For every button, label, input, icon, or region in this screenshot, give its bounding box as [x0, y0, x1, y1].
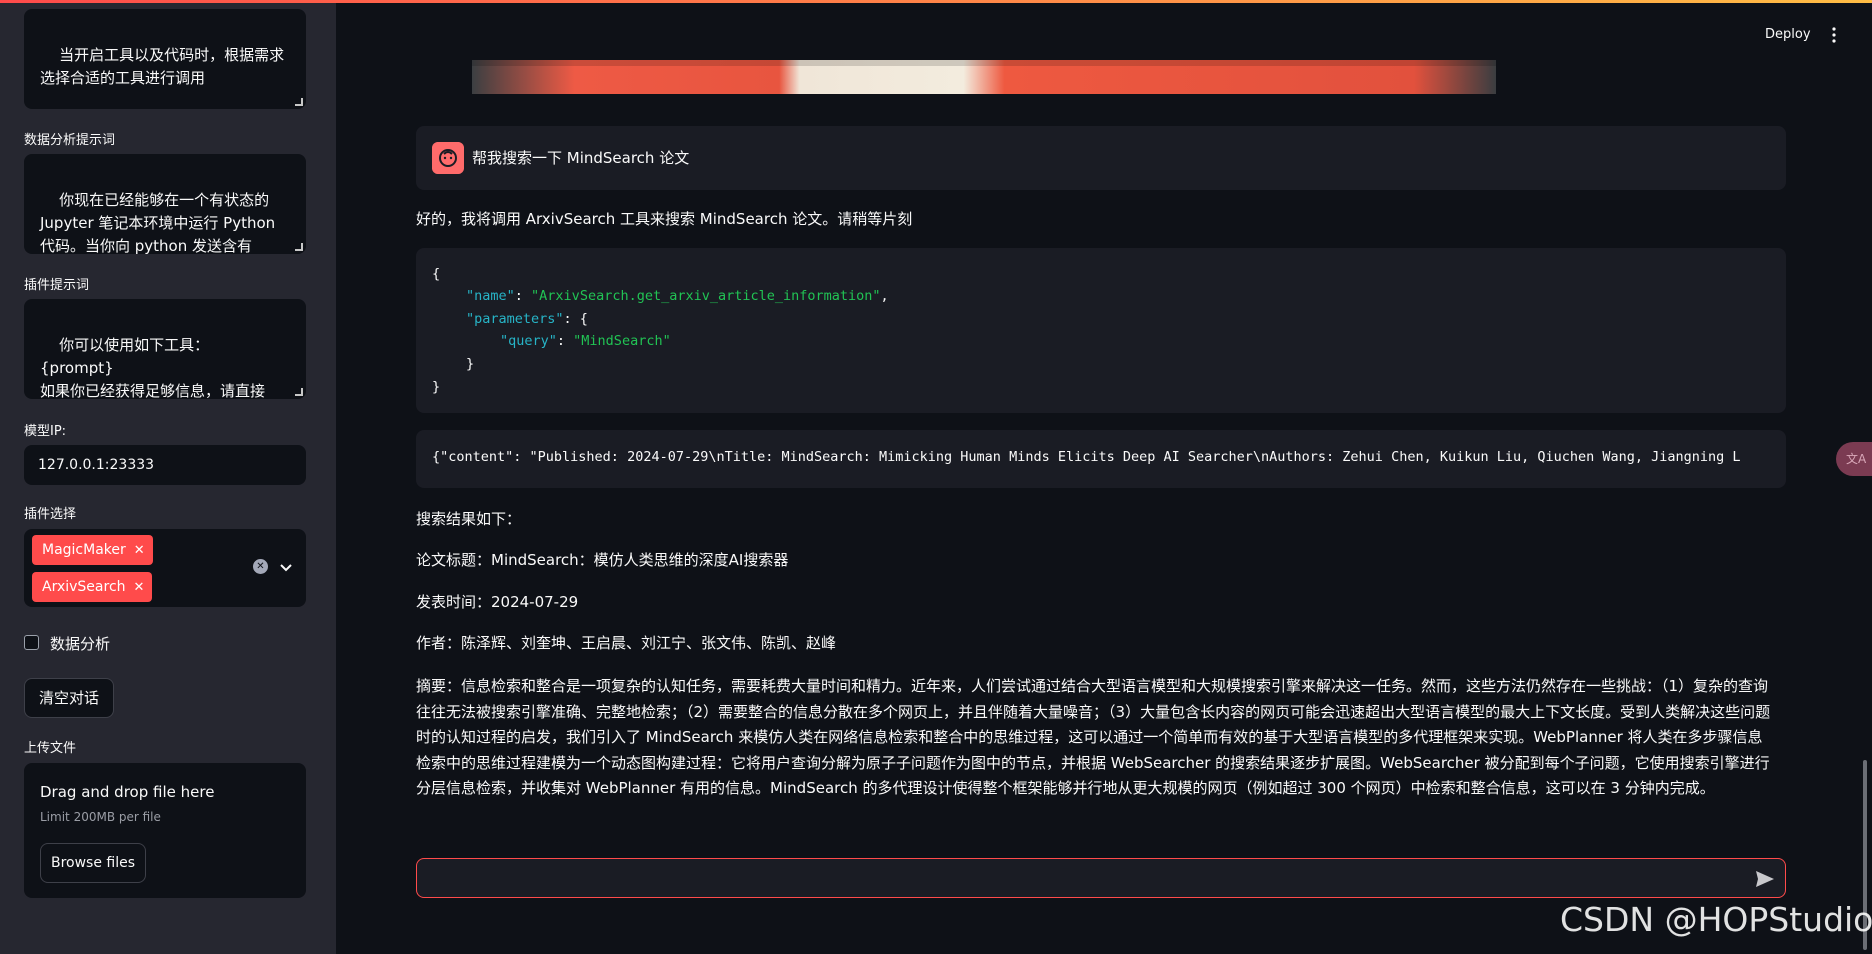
resize-grip-icon[interactable]: [295, 388, 303, 396]
remove-tag-icon[interactable]: ✕: [134, 543, 145, 558]
user-avatar-icon: [432, 142, 464, 174]
upload-drop-text: Drag and drop file here: [40, 783, 215, 801]
file-uploader-dropzone[interactable]: Drag and drop file here Limit 200MB per …: [24, 763, 306, 898]
authors-line: 作者：陈泽辉、刘奎坤、王启晨、刘江宁、张文伟、陈凯、赵峰: [416, 634, 837, 652]
json-string: "ArxivSearch.get_arxiv_article_informati…: [531, 288, 881, 304]
top-decoration-bar: [0, 0, 1872, 3]
tool-prompt-text: 当开启工具以及代码时，根据需求 选择合适的工具进行调用: [40, 46, 285, 87]
clear-selection-icon[interactable]: ✕: [253, 559, 268, 574]
translate-icon[interactable]: 文A: [1836, 442, 1872, 476]
json-key: "name": [466, 288, 515, 304]
resize-grip-icon[interactable]: [295, 243, 303, 251]
data-analysis-prompt-textarea[interactable]: 你现在已经能够在一个有状态的 Jupyter 笔记本环境中运行 Python 代…: [24, 154, 306, 254]
model-ip-label: 模型IP:: [24, 424, 67, 439]
remove-tag-icon[interactable]: ✕: [134, 580, 145, 595]
code-brace: }: [466, 356, 475, 372]
browse-files-button[interactable]: Browse files: [40, 843, 146, 883]
send-icon[interactable]: [1755, 870, 1775, 888]
generated-image: [472, 60, 1496, 94]
resize-grip-icon[interactable]: [295, 98, 303, 106]
plugin-tag-label: ArxivSearch: [42, 579, 126, 595]
chat-input[interactable]: [416, 858, 1786, 898]
data-analysis-prompt-text: 你现在已经能够在一个有状态的 Jupyter 笔记本环境中运行 Python 代…: [40, 191, 276, 254]
plugin-select-label: 插件选择: [24, 507, 77, 522]
chevron-down-icon[interactable]: [278, 559, 294, 575]
json-string: "MindSearch": [573, 333, 671, 349]
results-heading: 搜索结果如下：: [416, 510, 522, 528]
assistant-intro-text: 好的，我将调用 ArxivSearch 工具来搜索 MindSearch 论文。…: [416, 210, 913, 228]
json-key: "parameters": [466, 311, 564, 327]
code-brace: }: [432, 379, 441, 395]
paper-title-line: 论文标题：MindSearch：模仿人类思维的深度AI搜索器: [416, 551, 789, 569]
data-analysis-checkbox[interactable]: [24, 635, 39, 650]
json-key: "query": [500, 333, 557, 349]
plugin-tag-arxivsearch[interactable]: ArxivSearch ✕: [32, 572, 153, 602]
code-line-query: "query": "MindSearch": [500, 333, 671, 349]
user-message-text: 帮我搜索一下 MindSearch 论文: [472, 149, 690, 167]
sidebar: 当开启工具以及代码时，根据需求 选择合适的工具进行调用 数据分析提示词 你现在已…: [0, 0, 336, 954]
watermark-text: CSDN @HOPStudio: [1560, 900, 1872, 939]
plugin-prompt-label: 插件提示词: [24, 278, 90, 293]
abstract-paragraph: 摘要：信息检索和整合是一项复杂的认知任务，需要耗费大量时间和精力。近年来，人们尝…: [416, 677, 1771, 797]
plugin-tag-label: MagicMaker: [42, 542, 126, 558]
user-message: 帮我搜索一下 MindSearch 论文: [416, 126, 1786, 190]
data-analysis-checkbox-label: 数据分析: [50, 635, 111, 653]
plugin-prompt-textarea[interactable]: 你可以使用如下工具： {prompt} 如果你已经获得足够信息，请直接 给出答案…: [24, 299, 306, 399]
tool-prompt-textarea[interactable]: 当开启工具以及代码时，根据需求 选择合适的工具进行调用: [24, 9, 306, 109]
tool-result-code-block[interactable]: {"content": "Published: 2024-07-29\nTitl…: [416, 430, 1786, 488]
plugin-multiselect[interactable]: MagicMaker ✕ ArxivSearch ✕ ✕: [24, 529, 306, 607]
upload-label: 上传文件: [24, 741, 77, 756]
clear-chat-button[interactable]: 清空对话: [24, 678, 114, 718]
plugin-prompt-text: 你可以使用如下工具： {prompt} 如果你已经获得足够信息，请直接 给出答案…: [40, 336, 266, 399]
publish-date-line: 发表时间：2024-07-29: [416, 593, 579, 611]
code-line-parameters: "parameters": {: [466, 311, 588, 327]
more-menu-icon[interactable]: [1832, 27, 1836, 43]
upload-limit-text: Limit 200MB per file: [40, 810, 161, 824]
code-line-name: "name": "ArxivSearch.get_arxiv_article_i…: [466, 288, 889, 304]
model-ip-input[interactable]: 127.0.0.1:23333: [24, 445, 306, 485]
data-analysis-prompt-label: 数据分析提示词: [24, 133, 116, 148]
plugin-tag-magicmaker[interactable]: MagicMaker ✕: [32, 535, 153, 565]
tool-result-text: {"content": "Published: 2024-07-29\nTitl…: [432, 449, 1741, 465]
code-brace: {: [432, 266, 441, 282]
tool-call-code-block: { "name": "ArxivSearch.get_arxiv_article…: [416, 248, 1786, 413]
deploy-button[interactable]: Deploy: [1765, 27, 1811, 42]
